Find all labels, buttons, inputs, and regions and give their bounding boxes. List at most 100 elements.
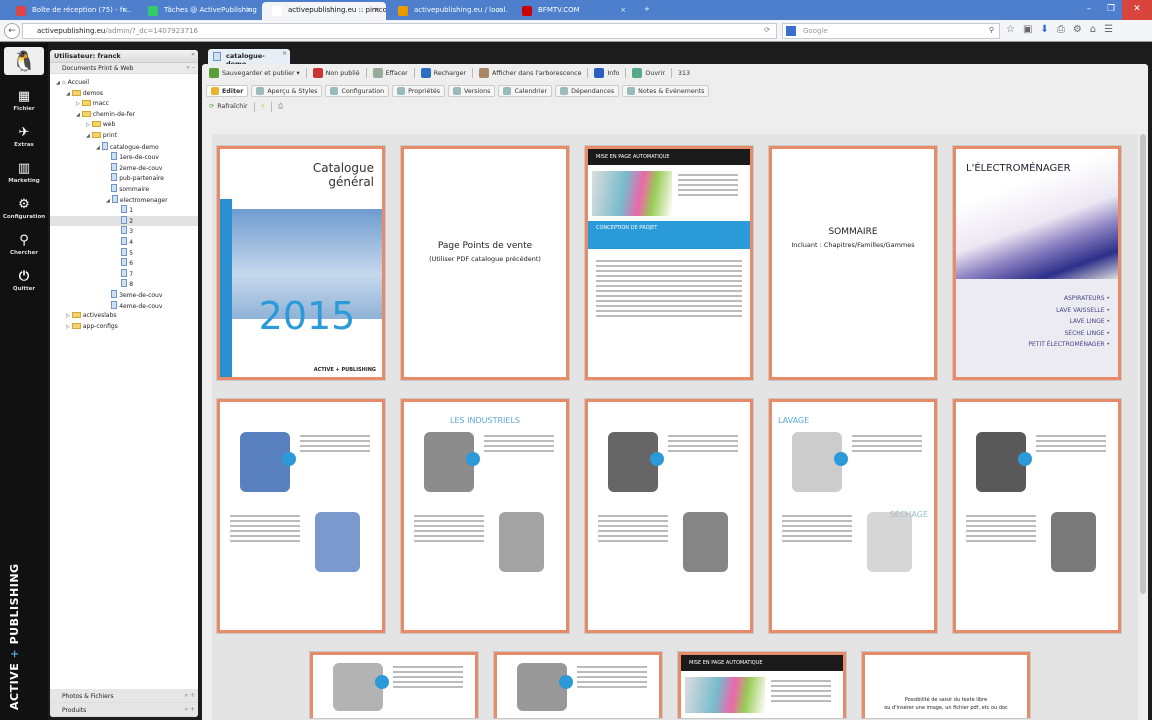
subtab[interactable]: Aperçu & Styles	[251, 85, 323, 97]
url-field[interactable]: activepublishing.eu/admin/?_dc=140792371…	[22, 23, 777, 39]
user-header: Utilisateur: franck «	[50, 50, 198, 63]
toolbar-button[interactable]: Afficher dans l'arborescence	[476, 67, 585, 79]
tree-node[interactable]: 4eme-de-couv	[106, 300, 162, 311]
browser-tab[interactable]: BFMTV.COM ×	[512, 2, 632, 20]
close-tab-icon[interactable]: ×	[620, 6, 626, 14]
tree-node[interactable]: ◢ catalogue-demo	[96, 141, 159, 152]
tree-node[interactable]: ◢ electromenager	[106, 194, 168, 205]
toolbar-button[interactable]: Effacer	[370, 67, 411, 79]
nav-marketing[interactable]: ▥ Marketing	[0, 161, 48, 184]
toolbar-button[interactable]: Ouvrir	[629, 67, 668, 79]
tree-node[interactable]: ◢ print	[86, 131, 117, 141]
search-input[interactable]: Google ⚲	[782, 23, 1000, 39]
scrollbar[interactable]	[1140, 134, 1146, 594]
nav-fichier[interactable]: ▦ Fichier	[0, 89, 48, 112]
subtab[interactable]: Notes & Evénements	[622, 85, 710, 97]
browser-tab[interactable]: activepublishing.eu / local... ×	[388, 2, 508, 20]
page-thumbnail[interactable]	[953, 399, 1121, 633]
tree-node[interactable]: 8	[116, 279, 133, 289]
tree-node[interactable]: ▷ app-configs	[66, 322, 118, 332]
nav-extras[interactable]: ✈ Extras	[0, 125, 48, 148]
toolbar-button[interactable]: Sauvegarder et publier ▾	[206, 67, 303, 79]
tree-node[interactable]: 1ere-de-couv	[106, 152, 159, 162]
toolbar-button[interactable]: Recharger	[418, 67, 469, 79]
tree-node[interactable]: ◢ demos	[66, 89, 103, 99]
settings-icon[interactable]: ⚙	[1073, 24, 1082, 35]
back-button[interactable]: ←	[4, 23, 20, 39]
tree-node[interactable]: pub-partenaire	[106, 173, 164, 183]
minimize-button[interactable]: –	[1078, 0, 1100, 20]
page-thumbnail[interactable]: SOMMAIRE Incluant : Chapitres/Familles/Ga…	[769, 146, 937, 380]
close-tab-icon[interactable]: ×	[246, 6, 252, 14]
tree-node[interactable]: 1	[116, 205, 133, 215]
tree-node[interactable]: sommaire	[106, 184, 149, 194]
browser-tab[interactable]: Tâches @ ActivePublishing ×	[138, 2, 258, 20]
collapse-button[interactable]: «	[191, 51, 195, 58]
browser-tab[interactable]: activepublishing.eu :: pimcore ×	[262, 2, 386, 20]
browser-tab[interactable]: Boîte de réception (75) - fr... ×	[6, 2, 134, 20]
subtab[interactable]: Editer	[206, 85, 249, 97]
document-icon	[121, 226, 128, 235]
close-window-button[interactable]: ✕	[1122, 0, 1152, 20]
toolbar-button[interactable]: Info	[591, 67, 622, 79]
tree-node[interactable]: 7	[116, 268, 133, 279]
url-path: /admin/?_dc=1407923716	[105, 27, 198, 35]
photos-panel-header[interactable]: Photos & Fichiers» +	[50, 689, 198, 703]
documents-panel-header[interactable]: Documents Print & Web» –	[50, 63, 198, 74]
nav-quitter[interactable]: ⏻ Quitter	[0, 269, 48, 292]
tab-catalogue-demo[interactable]: catalogue-demo×	[208, 49, 290, 68]
tree-node[interactable]: 3eme-de-couv	[106, 290, 162, 300]
bookmark-star-icon[interactable]: ☆	[1006, 24, 1015, 35]
toolbar-button[interactable]: Non publié	[310, 67, 363, 79]
tree-node[interactable]: ▷ activeslabs	[66, 311, 117, 321]
home-icon[interactable]: ⌂	[1090, 24, 1096, 35]
tree-node[interactable]: 6	[116, 258, 133, 268]
subtab[interactable]: Versions	[448, 85, 496, 97]
download-icon[interactable]: ⬇	[1040, 24, 1048, 35]
page-thumbnail[interactable]: MISE EN PAGE AUTOMATIQUE CONCEPTION DE PR…	[585, 146, 753, 380]
print-preview-button[interactable]: ⎙	[275, 102, 286, 112]
subtab[interactable]: Dépendances	[555, 85, 620, 97]
reload-icon[interactable]: ⟳	[764, 26, 770, 34]
close-tab-icon[interactable]: ×	[374, 6, 380, 14]
page-thumbnail[interactable]: Page Points de vente (Utiliser PDF catalo…	[401, 146, 569, 380]
tree-node[interactable]: ◢ chemin-de-fer	[76, 110, 135, 120]
page-thumbnail[interactable]: Possibilité de saisir du texte libre ou d…	[862, 652, 1030, 718]
page-thumbnail[interactable]	[585, 399, 753, 633]
close-tab-icon[interactable]: ×	[122, 6, 128, 14]
lightning-button[interactable]: ⚡	[258, 102, 268, 111]
restore-button[interactable]: ❐	[1100, 0, 1122, 20]
subtab[interactable]: Propriétés	[392, 85, 445, 97]
menu-icon[interactable]: ☰	[1104, 24, 1113, 35]
tree-node[interactable]: 3	[116, 226, 133, 236]
tree-node[interactable]: 5	[116, 247, 133, 258]
page-thumbnail[interactable]: LAVAGESÉCHAGE	[769, 399, 937, 633]
page-thumbnail[interactable]: L'ÉLECTROMÉNAGER ASPIRATEURS • LAVE VAISSE…	[953, 146, 1121, 380]
nav-chercher[interactable]: ⚲ Chercher	[0, 233, 48, 256]
page-thumbnail[interactable]: MISE EN PAGE AUTOMATIQUE	[678, 652, 846, 718]
subtab[interactable]: Calendrier	[498, 85, 553, 97]
page-thumbnail[interactable]: LES INDUSTRIELS	[401, 399, 569, 633]
new-tab-button[interactable]: +	[640, 2, 654, 20]
subtab[interactable]: Configuration	[325, 85, 390, 97]
search-icon[interactable]: ⚲	[989, 26, 994, 34]
refresh-button[interactable]: ⟳ Rafraîchir	[206, 102, 251, 111]
tree-node[interactable]: ▷ macc	[76, 99, 109, 109]
tree-node[interactable]: ◢ ⌂ Accueil	[56, 78, 89, 88]
tree-node[interactable]: 2	[116, 215, 133, 226]
page-thumbnail[interactable]	[217, 399, 385, 633]
close-tab-icon[interactable]: ×	[496, 6, 502, 14]
page-thumbnail[interactable]: Catalogue général 2015 ACTIVE + PUBLISHING	[217, 146, 385, 380]
nav-configuration[interactable]: ⚙ Configuration	[0, 197, 48, 220]
tree-node[interactable]: 2eme-de-couv	[106, 162, 162, 173]
page-thumbnail[interactable]	[494, 652, 662, 718]
tree-node[interactable]: 4	[116, 237, 133, 247]
tree-node[interactable]: ▷ web	[86, 120, 115, 130]
avatar[interactable]: 🐧	[4, 47, 44, 75]
close-tab-icon[interactable]: ×	[282, 50, 287, 57]
quitter-icon: ⏻	[18, 269, 30, 284]
products-panel-header[interactable]: Produits» +	[50, 703, 198, 717]
clipboard-icon[interactable]: ▣	[1023, 24, 1032, 35]
print-icon[interactable]: ⎙	[1057, 24, 1065, 35]
page-thumbnail[interactable]	[310, 652, 478, 718]
